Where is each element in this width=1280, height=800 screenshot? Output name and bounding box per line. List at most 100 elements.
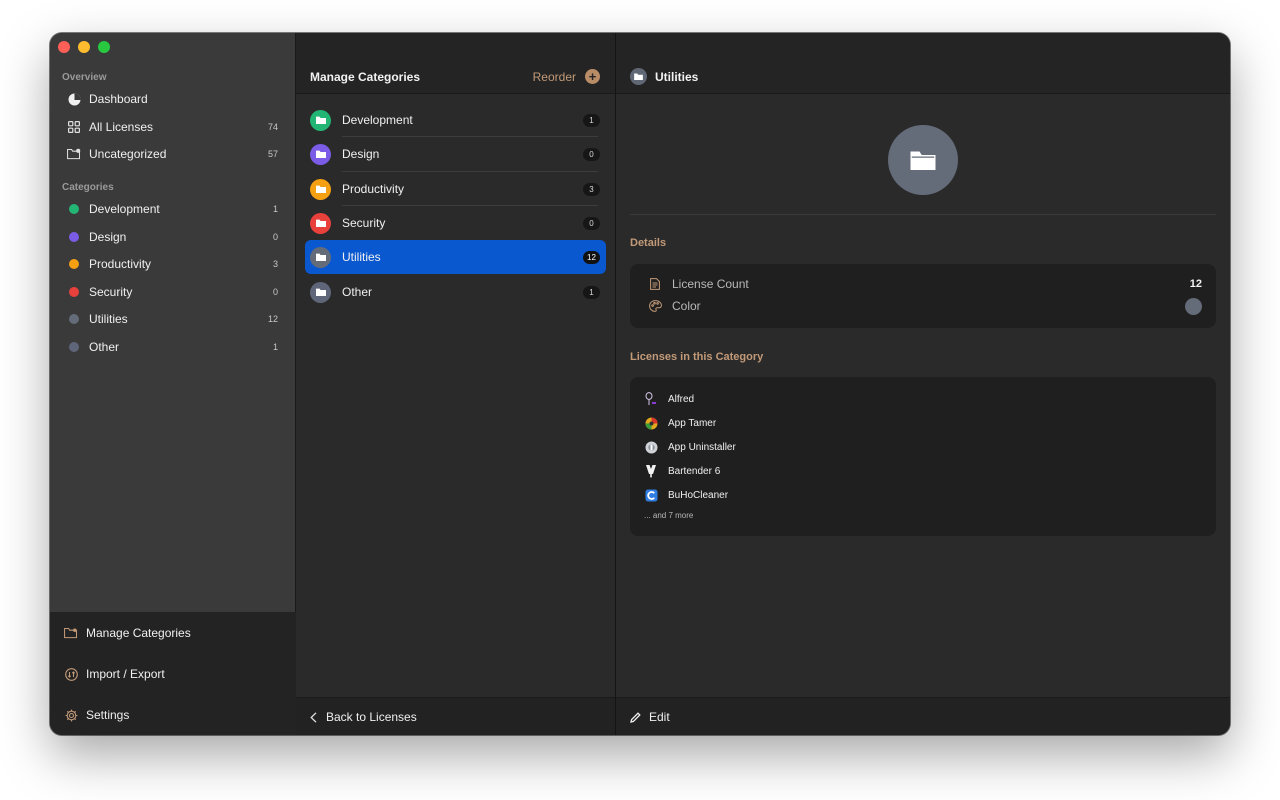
count-badge: 0 [583,147,600,161]
folder-icon [310,281,331,303]
folder-badge-icon [67,147,81,161]
category-row-security[interactable]: Security 0 [305,206,606,240]
bartender-icon [644,464,658,478]
divider [630,214,1216,215]
sidebar-item-development[interactable]: Development 1 [62,197,284,221]
app-window: Overview Dashboard All Licenses 74 Uncat… [50,33,1230,735]
app-uninstaller-icon [644,440,658,454]
category-label: Other [342,285,373,299]
chevron-left-icon [310,711,317,723]
details-card: License Count 12 Color [630,264,1216,328]
license-row-buhocleaner[interactable]: BuHoCleaner [644,488,728,502]
page-title: Manage Categories [310,70,421,84]
count-badge: 3 [583,182,600,196]
count-badge: 1 [272,204,278,214]
app-tamer-icon [644,416,658,430]
palette-icon [648,299,662,313]
license-row-app-tamer[interactable]: App Tamer [644,416,716,430]
license-row-alfred[interactable]: Alfred [644,392,694,406]
sidebar-item-label: Other [89,340,120,354]
chart-pie-icon [67,92,81,106]
import-export-icon [64,667,78,681]
count-badge: 0 [583,216,600,230]
folder-icon [630,68,647,85]
licenses-heading: Licenses in this Category [630,351,764,363]
category-label: Development [342,113,413,127]
category-list-footer: Back to Licenses [296,697,615,735]
detail-footer: Edit [616,697,1230,735]
import-export-label: Import / Export [86,667,165,681]
edit-label: Edit [649,710,670,724]
category-detail-pane: Utilities Details License Count 12 Color [616,33,1230,735]
back-to-licenses-button[interactable]: Back to Licenses [310,710,417,724]
category-row-development[interactable]: Development 1 [305,103,606,137]
sidebar-item-utilities[interactable]: Utilities 12 [62,307,284,331]
folder-icon [310,109,331,131]
sidebar-item-label: All Licenses [89,120,154,134]
count-badge: 0 [272,287,278,297]
sidebar-item-label: Security [89,285,133,299]
category-list-pane: Manage Categories Reorder + Development … [296,33,616,735]
more-licenses-text[interactable]: ... and 7 more [644,511,693,520]
category-row-other[interactable]: Other 1 [305,275,606,309]
import-export-button[interactable]: Import / Export [64,667,165,681]
minimize-button[interactable] [78,41,90,53]
category-label: Productivity [342,182,405,196]
reorder-button[interactable]: Reorder + [533,69,600,84]
settings-button[interactable]: Settings [64,708,129,722]
color-dot-icon [69,232,79,242]
manage-categories-button[interactable]: Manage Categories [64,626,191,640]
count-badge: 1 [583,113,600,127]
license-count-row: License Count 12 [648,275,1202,293]
category-label: Utilities [342,250,381,264]
alfred-icon [644,392,658,406]
detail-title-label: Utilities [655,69,699,84]
sidebar-item-design[interactable]: Design 0 [62,225,284,249]
add-category-button[interactable]: + [585,69,600,84]
details-heading: Details [630,237,667,249]
color-dot-icon [69,204,79,214]
licenses-card: Alfred App Tamer App Uninstaller Bartend… [630,377,1216,536]
sidebar-item-other[interactable]: Other 1 [62,335,284,359]
color-swatch [1185,297,1202,315]
category-row-productivity[interactable]: Productivity 3 [305,172,606,206]
count-badge: 74 [267,122,278,132]
close-button[interactable] [58,41,70,53]
sidebar-item-dashboard[interactable]: Dashboard [62,87,284,111]
sidebar-item-label: Dashboard [89,92,148,106]
sidebar-item-productivity[interactable]: Productivity 3 [62,252,284,276]
edit-button[interactable]: Edit [630,710,670,724]
sidebar-item-all-licenses[interactable]: All Licenses 74 [62,115,284,139]
gear-icon [64,708,78,722]
color-dot-icon [69,259,79,269]
overview-section-label: Overview [62,72,107,83]
category-label: Security [342,216,386,230]
sidebar-item-label: Uncategorized [89,147,167,161]
sidebar: Overview Dashboard All Licenses 74 Uncat… [50,33,296,735]
color-label: Color [672,299,701,313]
sidebar-bottom-panel: Manage Categories Import / Export Settin… [50,612,296,735]
category-list-header: Manage Categories Reorder + [296,33,615,94]
category-row-utilities[interactable]: Utilities 12 [305,240,606,274]
sidebar-item-uncategorized[interactable]: Uncategorized 57 [62,142,284,166]
window-controls [58,41,110,53]
count-badge: 3 [272,259,278,269]
license-name: Bartender 6 [668,465,721,477]
settings-label: Settings [86,708,130,722]
count-badge: 1 [583,285,600,299]
license-count-label: License Count [672,277,749,291]
reorder-label: Reorder [532,69,576,84]
grid-icon [67,120,81,134]
folder-icon [310,143,331,165]
folder-icon [310,246,331,268]
color-dot-icon [69,342,79,352]
zoom-button[interactable] [98,41,110,53]
back-label: Back to Licenses [326,710,417,724]
category-row-design[interactable]: Design 0 [305,137,606,171]
license-row-bartender[interactable]: Bartender 6 [644,464,720,478]
count-badge: 1 [272,342,278,352]
buhocleaner-icon [644,488,658,502]
sidebar-item-security[interactable]: Security 0 [62,280,284,304]
pencil-icon [630,711,641,723]
license-row-app-uninstaller[interactable]: App Uninstaller [644,440,736,454]
